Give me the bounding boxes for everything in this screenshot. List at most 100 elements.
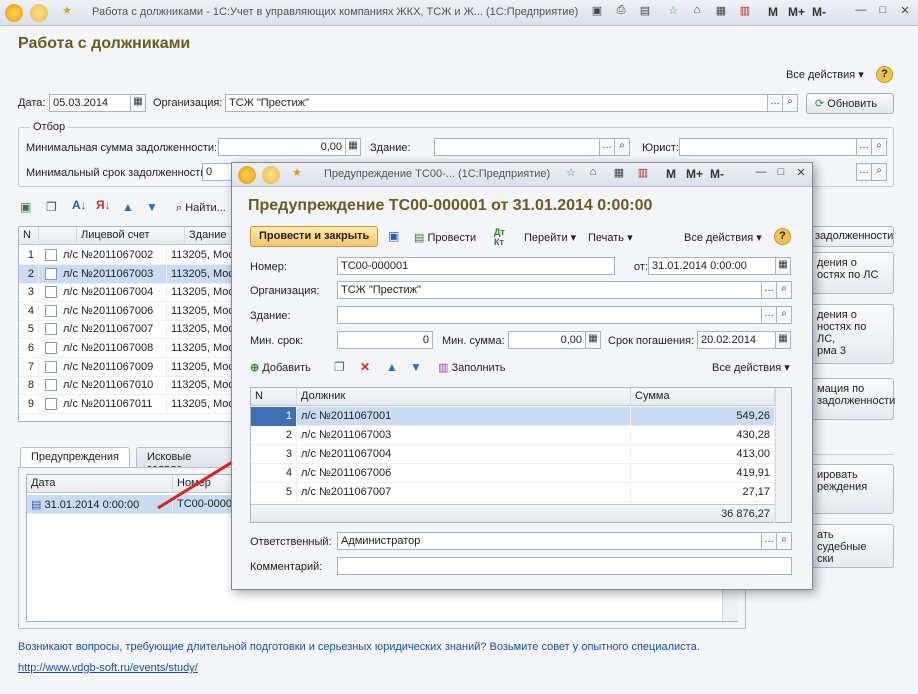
dialog-building-search-icon[interactable]: ⌕: [776, 306, 792, 324]
right-select-icon[interactable]: …: [856, 163, 872, 181]
study-link[interactable]: http://www.vdgb-soft.ru/events/study/: [18, 662, 198, 674]
debt-summary-button[interactable]: мация по задолженности: [808, 378, 895, 420]
sort-desc-icon[interactable]: Я↓: [96, 198, 111, 212]
check-all-icon[interactable]: ▣: [20, 200, 31, 214]
close-icon[interactable]: ✕: [792, 166, 810, 182]
from-date-picker-icon[interactable]: ▦: [775, 257, 791, 275]
minimize-icon[interactable]: —: [852, 4, 870, 20]
table-row[interactable]: 2 л/с №2011067003 113205, Мос: [19, 264, 233, 284]
comment-field[interactable]: [337, 557, 792, 575]
delete-row-icon[interactable]: ✕: [360, 360, 370, 374]
building-select-icon[interactable]: …: [599, 138, 615, 156]
date-field[interactable]: 05.03.2014: [49, 94, 131, 112]
row-checkbox[interactable]: [45, 267, 57, 280]
dt-kt-icon[interactable]: Дт Кт: [494, 227, 505, 247]
move-up-icon[interactable]: ▲: [122, 200, 134, 214]
min-sum-field[interactable]: 0,00: [218, 138, 346, 156]
table-row[interactable]: 1 л/с №2011067001 549,26: [251, 407, 775, 426]
table-row[interactable]: 3 л/с №2011067004 113205, Мос: [19, 283, 233, 303]
calendar-icon[interactable]: ▥: [634, 166, 652, 182]
help-button[interactable]: ?: [876, 66, 893, 83]
column-header-n[interactable]: N: [19, 227, 39, 245]
column-header-check[interactable]: [39, 227, 77, 245]
maximize-icon[interactable]: □: [772, 166, 790, 182]
post-button[interactable]: ▤ Провести: [414, 231, 476, 244]
from-date-field[interactable]: 31.01.2014 0:00:00: [648, 257, 776, 275]
minimize-icon[interactable]: —: [752, 166, 770, 182]
court-claims-button[interactable]: ать судебные ски: [808, 524, 894, 568]
add-favorite-icon[interactable]: ☆: [664, 4, 682, 20]
table-row[interactable]: 7 л/с №2011067009 113205, Мос: [19, 357, 233, 377]
due-date-field[interactable]: 20.02.2014: [697, 331, 777, 349]
column-header-number[interactable]: Номер: [173, 475, 233, 493]
column-header-account[interactable]: Лицевой счет: [77, 227, 185, 245]
scrollbar[interactable]: [775, 388, 791, 522]
add-row-button[interactable]: ⊕ Добавить: [250, 361, 311, 374]
history-icon[interactable]: ⌂: [688, 4, 706, 20]
responsible-search-icon[interactable]: ⌕: [776, 532, 792, 550]
memory-mminus-button[interactable]: M-: [710, 167, 724, 181]
building-search-icon[interactable]: ⌕: [614, 138, 630, 156]
min-term-field[interactable]: 0: [202, 163, 232, 181]
favorite-star-icon[interactable]: ★: [288, 166, 306, 182]
find-button[interactable]: ⌕ Найти...: [176, 202, 226, 215]
debt-info-ls-button[interactable]: дения о остях по ЛС: [808, 252, 894, 294]
all-actions-menu[interactable]: Все действия ▾: [786, 68, 864, 81]
table-row[interactable]: 2 л/с №2011067003 430,28: [251, 426, 775, 445]
menu-dropdown-icon[interactable]: [30, 4, 48, 22]
save-icon[interactable]: ▣: [588, 4, 606, 20]
org-search-icon[interactable]: ⌕: [782, 94, 798, 112]
1c-logo-icon[interactable]: [238, 166, 256, 184]
row-checkbox[interactable]: [45, 342, 57, 354]
calculator-icon[interactable]: ▦: [712, 4, 730, 20]
dialog-all-actions-menu[interactable]: Все действия ▾: [684, 231, 762, 244]
lawyer-select-icon[interactable]: …: [856, 138, 872, 156]
memory-m-button[interactable]: M: [768, 5, 778, 19]
dialog-org-search-icon[interactable]: ⌕: [776, 281, 792, 299]
table-row[interactable]: 4 л/с №2011067006 419,91: [251, 464, 775, 483]
advice-link[interactable]: Возникают вопросы, требующие длительной …: [18, 641, 700, 653]
close-icon[interactable]: ✕: [896, 4, 914, 20]
number-field[interactable]: ТС00-000001: [337, 257, 615, 275]
table-row[interactable]: 1 л/с №2011067002 113205, Мос: [19, 246, 233, 265]
table-row[interactable]: 4 л/с №2011067006 113205, Мос: [19, 301, 233, 321]
right-search-icon[interactable]: ⌕: [871, 163, 887, 181]
table-row[interactable]: 6 л/с №2011067008 113205, Мос: [19, 339, 233, 358]
org-field[interactable]: ТСЖ "Престиж": [225, 94, 768, 112]
responsible-select-icon[interactable]: …: [761, 532, 777, 550]
tab-claims[interactable]: Исковые заявле: [136, 447, 236, 475]
print-menu[interactable]: Печать ▾: [588, 231, 633, 244]
table-row[interactable]: 3 л/с №2011067004 413,00: [251, 445, 775, 464]
date-picker-icon[interactable]: ▦: [130, 94, 146, 112]
tab-warnings[interactable]: Предупреждения: [20, 447, 130, 468]
copy-row-icon[interactable]: ❐: [334, 360, 345, 374]
table-row[interactable]: 8 л/с №2011067010 113205, Мос: [19, 376, 233, 396]
building-field[interactable]: [434, 138, 600, 156]
sort-asc-icon[interactable]: A↓: [72, 198, 87, 212]
dialog-help-button[interactable]: ?: [774, 228, 791, 245]
move-up-icon[interactable]: ▲: [386, 360, 398, 374]
responsible-field[interactable]: Администратор: [337, 532, 762, 550]
lawyer-search-icon[interactable]: ⌕: [871, 138, 887, 156]
print-icon[interactable]: ⎙: [612, 4, 630, 20]
table-row[interactable]: ▤ 31.01.2014 0:00:00 ТС00-00000: [27, 495, 237, 514]
table-row[interactable]: 9 л/с №2011067011 113205, Мос: [19, 394, 233, 414]
move-down-icon[interactable]: ▼: [146, 200, 158, 214]
move-down-icon[interactable]: ▼: [410, 360, 422, 374]
column-header-sum[interactable]: Сумма: [631, 388, 775, 406]
preview-icon[interactable]: ▤: [636, 4, 654, 20]
row-checkbox[interactable]: [45, 286, 57, 299]
save-icon[interactable]: ▣: [388, 229, 399, 243]
favorite-star-icon[interactable]: ★: [58, 4, 76, 20]
debt-info-form3-button[interactable]: дения о ностях по ЛС, рма 3: [808, 304, 894, 364]
maximize-icon[interactable]: □: [874, 4, 892, 20]
dialog-building-select-icon[interactable]: …: [761, 306, 777, 324]
dialog-calculator-icon[interactable]: ▦: [585, 331, 601, 349]
row-checkbox[interactable]: [45, 360, 57, 373]
fill-button[interactable]: ▥ Заполнить: [438, 361, 505, 374]
refresh-button[interactable]: ⟳ Обновить: [806, 93, 894, 114]
column-header-n[interactable]: N: [251, 388, 297, 406]
due-date-picker-icon[interactable]: ▦: [775, 331, 791, 349]
row-checkbox[interactable]: [45, 379, 57, 392]
calculator-icon[interactable]: ▦: [345, 138, 361, 156]
